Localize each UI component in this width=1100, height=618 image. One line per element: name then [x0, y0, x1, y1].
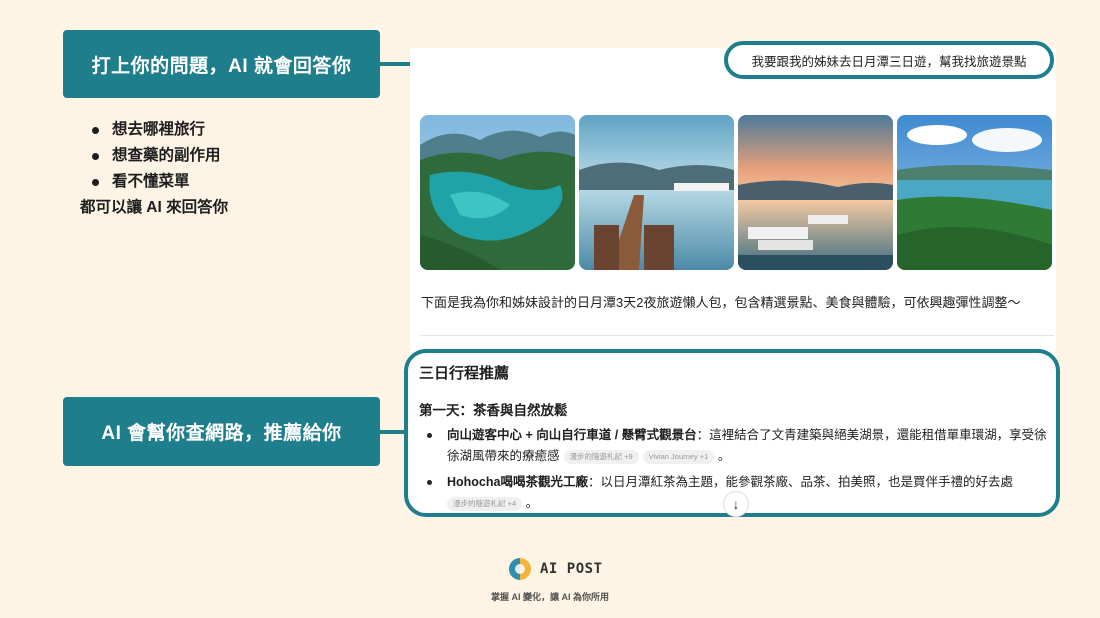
example-summary: 都可以讓 AI 來回答你: [80, 199, 229, 216]
photo-lake-aerial[interactable]: [420, 115, 575, 270]
day-title: 第一天：茶香與自然放鬆: [419, 403, 568, 418]
item-text: ：以日月潭紅茶為主題，能參觀茶廠、品茶、拍美照，也是買伴手禮的好去處: [587, 475, 1013, 489]
divider: [420, 335, 1054, 336]
item-title: 向山遊客中心 + 向山自行車道 / 懸臂式觀景台: [447, 428, 697, 442]
source-chip[interactable]: 漫步的隨遊札記 +9: [563, 449, 639, 464]
item-title: Hohocha喝喝茶觀光工廠: [447, 475, 588, 489]
source-chip[interactable]: 漫步的隨遊札記 +4: [447, 496, 523, 511]
callout-ask-question: 打上你的問題，AI 就會回答你: [63, 30, 380, 98]
item-end: 。: [525, 496, 539, 510]
user-query-text: 我要跟我的姊妹去日月潭三日遊，幫我找旅遊景點: [751, 54, 1027, 69]
list-item: 看不懂菜單: [80, 169, 228, 195]
response-intro: 下面是我為你和姊妹設計的日月潭3天2夜旅遊懶人包，包含精選景點、美食與體驗，可依…: [421, 295, 1021, 310]
callout-ask-question-text: 打上你的問題，AI 就會回答你: [91, 55, 352, 77]
brand-logo: AI POST: [508, 557, 603, 581]
photo-gallery: [420, 115, 1052, 270]
section-title: 三日行程推薦: [419, 365, 510, 382]
brand-tagline: 掌握 AI 變化，讓 AI 為你所用: [490, 592, 609, 602]
brand-name: AI POST: [540, 561, 603, 577]
connector-line-bottom: [380, 430, 405, 434]
example-list: 想去哪裡旅行 想查藥的副作用 看不懂菜單 都可以讓 AI 來回答你: [80, 117, 228, 221]
photo-lake-view[interactable]: [897, 115, 1052, 270]
scroll-down-button[interactable]: ↓: [723, 491, 749, 517]
list-item: 想去哪裡旅行: [80, 117, 228, 143]
callout-web-search: AI 會幫你查網路，推薦給你: [63, 397, 380, 466]
list-item: 想查藥的副作用: [80, 143, 228, 169]
list-item: 向山遊客中心 + 向山自行車道 / 懸臂式觀景台：這裡結合了文青建築與絕美湖景，…: [421, 425, 1051, 467]
callout-web-search-text: AI 會幫你查網路，推薦給你: [101, 423, 342, 444]
aipost-logo-icon: [509, 558, 531, 580]
photo-sunset-harbor[interactable]: [738, 115, 893, 270]
user-query-bubble: 我要跟我的姊妹去日月潭三日遊，幫我找旅遊景點: [724, 41, 1054, 79]
source-chip[interactable]: Vivian Journey +1: [642, 449, 715, 464]
item-end: 。: [717, 449, 731, 463]
arrow-down-icon: ↓: [732, 496, 740, 512]
photo-pier[interactable]: [579, 115, 734, 270]
